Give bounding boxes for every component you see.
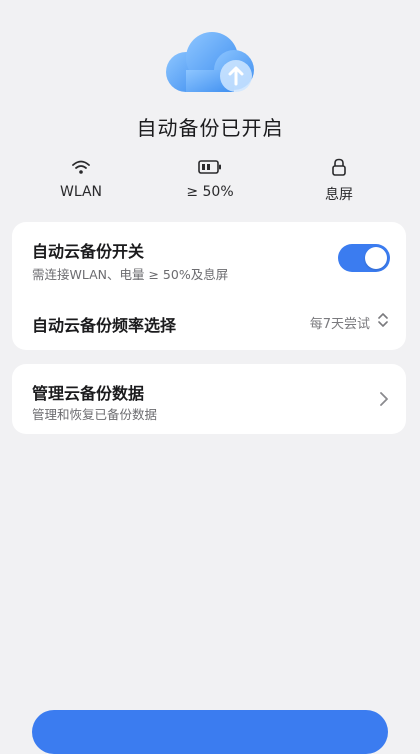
cloud-upload-icon <box>166 32 254 92</box>
backup-status-header: 自动备份已开启 WLAN ≥ 50% 息屏 <box>0 0 420 215</box>
manage-backup-card[interactable]: 管理云备份数据 管理和恢复已备份数据 <box>12 364 406 434</box>
backup-frequency-title: 自动云备份频率选择 <box>32 316 177 335</box>
lock-icon <box>332 158 346 176</box>
chevron-up-down-icon <box>378 313 388 327</box>
auto-backup-toggle-title: 自动云备份开关 <box>32 242 145 261</box>
backup-settings-card: 自动云备份开关 需连接WLAN、电量 ≥ 50%及息屏 自动云备份频率选择 每7… <box>12 222 406 350</box>
auto-backup-toggle-subtitle: 需连接WLAN、电量 ≥ 50%及息屏 <box>32 267 229 282</box>
bottom-action-button[interactable] <box>32 710 388 754</box>
wifi-icon <box>72 160 90 174</box>
toggle-knob <box>365 247 387 269</box>
auto-backup-toggle[interactable] <box>338 244 390 272</box>
battery-icon <box>198 160 221 174</box>
chevron-right-icon <box>380 392 388 406</box>
condition-label: WLAN <box>59 184 102 200</box>
backup-frequency-value: 每7天尝试 <box>309 317 370 332</box>
condition-wlan: WLAN <box>21 156 141 200</box>
condition-label: 息屏 <box>325 187 353 203</box>
condition-battery: ≥ 50% <box>150 156 270 200</box>
backup-status-title: 自动备份已开启 <box>136 116 284 140</box>
manage-backup-title: 管理云备份数据 <box>32 384 145 403</box>
condition-label: ≥ 50% <box>186 184 234 200</box>
condition-screen-off: 息屏 <box>279 156 399 204</box>
manage-backup-subtitle: 管理和恢复已备份数据 <box>32 407 158 422</box>
